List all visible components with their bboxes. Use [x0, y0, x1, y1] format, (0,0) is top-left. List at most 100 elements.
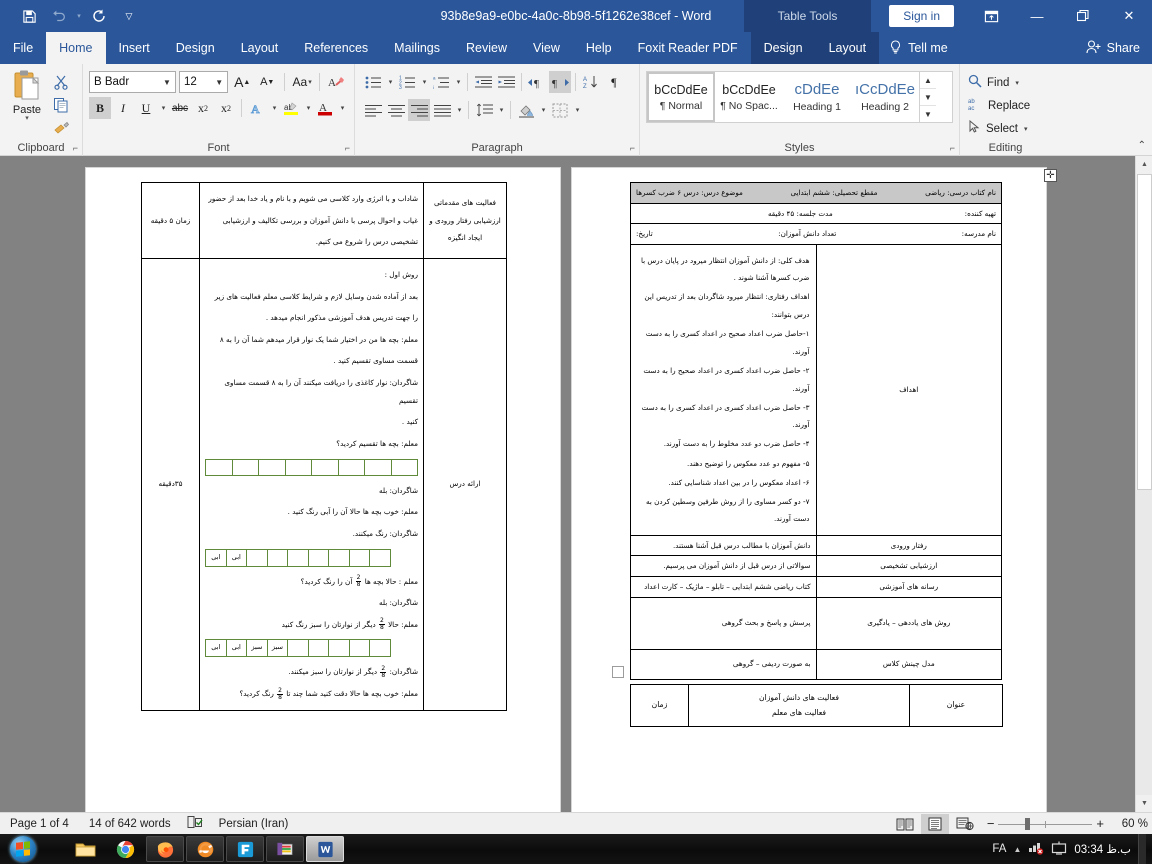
proofing-icon[interactable] — [181, 815, 209, 832]
page-indicator[interactable]: Page 1 of 4 — [0, 818, 79, 830]
table-row[interactable]: به صورت ردیفی – گروهی مدل چینش کلاس — [630, 648, 1002, 680]
chrome-icon[interactable] — [106, 836, 144, 862]
align-left-icon[interactable] — [362, 99, 384, 121]
font-color-icon[interactable]: A — [314, 97, 336, 119]
align-center-icon[interactable] — [385, 99, 407, 121]
tab-table-design[interactable]: Design — [750, 32, 816, 64]
text-effects-dropdown-icon[interactable]: ▾ — [269, 97, 279, 119]
subscript-button[interactable]: x2 — [192, 97, 214, 119]
customize-quick-access-icon[interactable]: ▽ — [114, 3, 144, 29]
network-icon[interactable] — [1028, 841, 1044, 858]
tab-layout[interactable]: Layout — [228, 32, 292, 64]
strip-cell[interactable] — [390, 458, 418, 476]
style-heading-2[interactable]: ıCcDdEe Heading 2 — [851, 72, 919, 122]
cell-class-layout-label[interactable]: مدل چینش کلاس — [815, 648, 1002, 680]
cell-body-1[interactable]: شاداب و با انرژی وارد کلاسی می شویم و با… — [199, 182, 424, 259]
tab-home[interactable]: Home — [46, 32, 106, 64]
cell-teaching-methods-content[interactable]: پرسش و پاسخ و بحث گروهی — [630, 596, 817, 650]
strip-cell[interactable] — [266, 548, 289, 567]
numbering-dropdown-icon[interactable]: ▾ — [419, 71, 429, 93]
left-to-right-text-direction-icon[interactable]: ¶ — [526, 71, 548, 93]
strip-cell[interactable] — [307, 639, 330, 658]
cell-diagnostic-assessment-label[interactable]: ارزشیابی تشخیصی — [815, 555, 1002, 577]
cell-header-row1[interactable]: نام کتاب درسی: ریاضی مقطع تحصیلی: ششم اب… — [630, 182, 1002, 204]
foxit-reader-icon[interactable] — [226, 836, 264, 862]
table-row[interactable]: سوالاتی از درس قبل از دانش آموزان می پرس… — [630, 555, 1002, 577]
table-row[interactable]: هدف کلی: از دانش آموزان انتظار میرود در … — [630, 244, 1002, 536]
cell-body-2[interactable]: روش اول : بعد از آماده شدن وسایل لازم و … — [199, 257, 424, 711]
language-indicator[interactable]: Persian (Iran) — [209, 818, 299, 830]
web-layout-icon[interactable] — [951, 814, 979, 834]
undo-icon[interactable] — [44, 3, 74, 29]
document-page-right[interactable]: ✛ نام کتاب درسی: ریاضی مقطع تحصیلی: ششم … — [572, 168, 1057, 812]
tab-review[interactable]: Review — [453, 32, 520, 64]
format-painter-icon[interactable] — [50, 118, 72, 138]
show-hidden-icons-button[interactable]: ▲ — [1013, 845, 1021, 854]
line-and-paragraph-spacing-icon[interactable] — [473, 99, 495, 121]
display-icon[interactable] — [1051, 841, 1067, 858]
firefox-icon[interactable] — [146, 836, 184, 862]
cell-header-row3[interactable]: نام مدرسه: تعداد دانش آموزان: تاریخ: — [630, 223, 1002, 246]
tell-me-box[interactable]: Tell me — [879, 32, 958, 64]
table-row[interactable]: دانش آموزان با مطالب درس قبل آشنا هستند.… — [630, 534, 1002, 557]
strip-cell[interactable] — [369, 639, 391, 658]
share-button[interactable]: Share — [1086, 32, 1140, 64]
cell-media-label[interactable]: رسانه های آموزشی — [815, 575, 1002, 598]
cell-activities-header[interactable]: فعالیت های دانش آموزان فعالیت های معلم — [688, 684, 910, 727]
close-button[interactable]: ✕ — [1106, 0, 1152, 32]
increase-indent-icon[interactable] — [495, 71, 517, 93]
strip-cell[interactable] — [348, 639, 371, 658]
strip-cell[interactable] — [287, 548, 309, 567]
strip-cell[interactable] — [364, 458, 392, 476]
scroll-up-icon[interactable]: ▲ — [1136, 156, 1152, 173]
strip-cell[interactable] — [337, 458, 365, 476]
minimize-button[interactable]: — — [1014, 0, 1060, 32]
start-button[interactable] — [0, 834, 46, 864]
undo-dropdown-icon[interactable]: ▾ — [74, 3, 84, 29]
right-to-left-text-direction-icon[interactable]: ¶ — [549, 71, 571, 93]
font-name-combobox[interactable]: B Badr ▼ — [89, 71, 176, 93]
strip-cell[interactable] — [231, 458, 259, 476]
borders-icon[interactable] — [549, 99, 571, 121]
redo-icon[interactable] — [84, 3, 114, 29]
cell-objectives-label[interactable]: اهداف — [815, 244, 1002, 536]
show-desktop-button[interactable] — [1138, 834, 1146, 864]
show-formatting-marks-icon[interactable]: ¶ — [603, 71, 625, 93]
find-button[interactable]: Find ▾ — [964, 71, 1047, 94]
strikethrough-button[interactable]: abc — [169, 97, 191, 119]
cell-entry-behavior-label[interactable]: رفتار ورودی — [815, 534, 1002, 557]
strip-cell[interactable]: ابی — [205, 548, 227, 567]
vertical-scrollbar[interactable]: ▲ ▼ — [1135, 156, 1152, 812]
strip-cell[interactable] — [287, 639, 309, 658]
tab-insert[interactable]: Insert — [106, 32, 163, 64]
style-no-spacing[interactable]: bCcDdEe ¶ No Spac... — [715, 72, 783, 122]
cell-time-header[interactable]: زمان — [630, 684, 689, 727]
cell-class-layout-content[interactable]: به صورت ردیفی – گروهی — [630, 648, 817, 680]
paste-dropdown-icon[interactable]: ▾ — [25, 115, 29, 122]
lesson-plan-activities-table[interactable]: زمان ۵ دقیقه شاداب و با انرژی وارد کلاسی… — [141, 182, 507, 711]
fraction-strip-blue-green[interactable]: ابی ابی سبز سبز — [205, 639, 391, 658]
strip-cell[interactable] — [205, 458, 233, 476]
strip-cell[interactable] — [284, 458, 312, 476]
table-row[interactable]: نام کتاب درسی: ریاضی مقطع تحصیلی: ششم اب… — [630, 182, 1002, 204]
highlight-dropdown-icon[interactable]: ▾ — [303, 97, 313, 119]
strip-cell[interactable] — [369, 548, 391, 567]
borders-dropdown-icon[interactable]: ▾ — [572, 99, 582, 121]
underline-button[interactable]: U — [135, 97, 157, 119]
collapse-ribbon-icon[interactable]: ⌃ — [1138, 140, 1146, 151]
style-heading-1[interactable]: cDdEe Heading 1 — [783, 72, 851, 122]
tab-file[interactable]: File — [0, 32, 46, 64]
cut-icon[interactable] — [50, 72, 72, 92]
styles-more-icon[interactable]: ▼ — [920, 106, 936, 122]
grow-font-button[interactable]: A ▲ — [231, 71, 253, 93]
strip-cell[interactable]: ابی — [225, 639, 248, 658]
styles-scroll-down-icon[interactable]: ▼ — [920, 89, 936, 106]
tab-design[interactable]: Design — [163, 32, 228, 64]
cell-time-1[interactable]: زمان ۵ دقیقه — [141, 182, 200, 259]
tab-view[interactable]: View — [520, 32, 573, 64]
zoom-track[interactable] — [998, 817, 1093, 830]
replace-button[interactable]: ab ac Replace — [964, 94, 1047, 117]
read-mode-icon[interactable] — [891, 814, 919, 834]
table-row[interactable]: زمان فعالیت های دانش آموزان فعالیت های م… — [630, 684, 1003, 727]
zoom-slider[interactable]: − + — [981, 816, 1110, 831]
